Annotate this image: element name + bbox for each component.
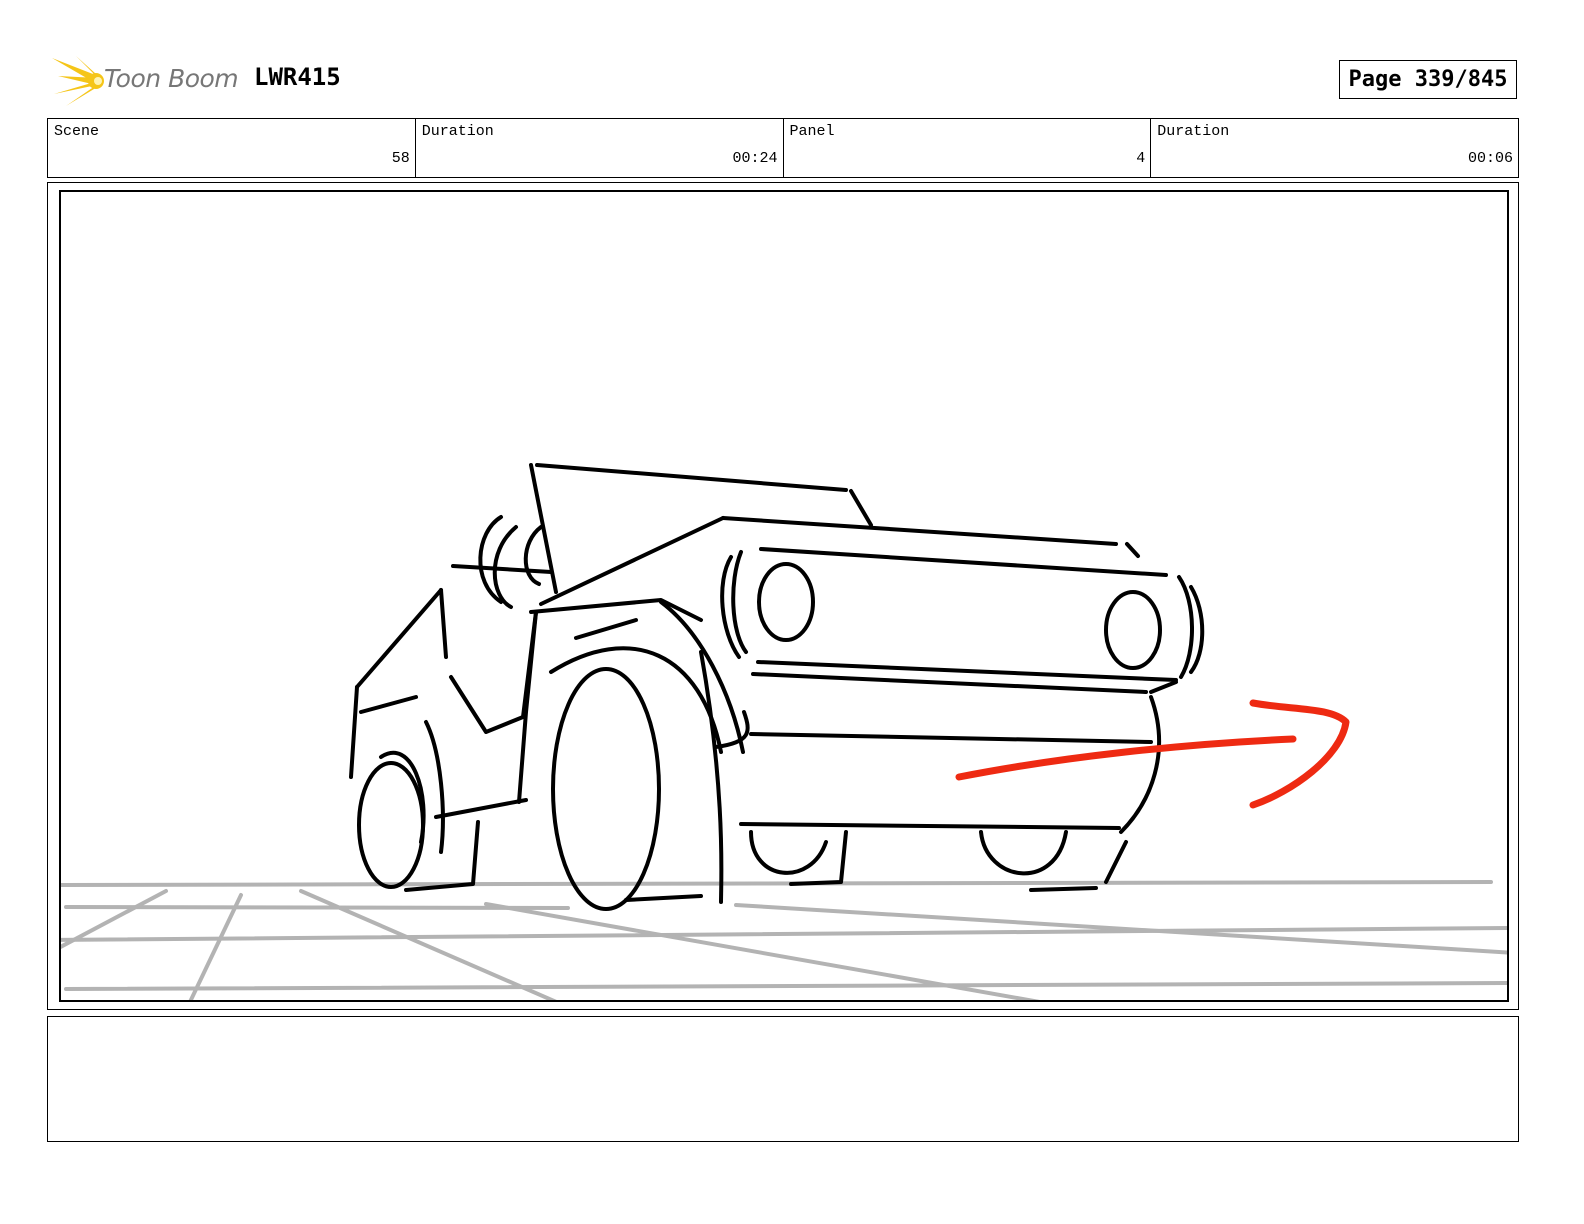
panel-value: 4 <box>1136 150 1146 167</box>
panel-cell: Panel 4 <box>784 119 1152 177</box>
project-code: LWR415 <box>254 63 341 91</box>
sketch-line <box>574 618 638 640</box>
scene-cell: Scene 58 <box>48 119 416 177</box>
scene-duration-value: 00:24 <box>732 150 778 167</box>
sketch-line <box>749 732 1153 744</box>
sketch-line <box>451 564 553 574</box>
sketch-line <box>731 550 748 654</box>
logo-text: Toon Boom <box>104 64 239 93</box>
sketch-line <box>349 685 359 779</box>
sketch-line <box>699 650 724 904</box>
scene-info-row: Scene 58 Duration 00:24 Panel 4 Duration… <box>47 118 1519 178</box>
sketch-line <box>539 516 725 606</box>
arrow-shaft <box>955 735 1297 781</box>
ground-grid <box>61 880 1507 1000</box>
ground-line <box>188 893 243 1000</box>
sketch-line <box>1119 695 1161 834</box>
sketch-line <box>979 830 1068 876</box>
sketch-line <box>1177 575 1194 679</box>
page-header: Toon Boom LWR415 Page 339/845 <box>0 0 1584 118</box>
sketch-line <box>355 588 443 689</box>
sketch-line <box>721 516 1118 546</box>
sketch-line <box>424 720 445 854</box>
page-number: Page 339/845 <box>1339 60 1517 99</box>
headlight <box>757 562 815 642</box>
sketch-line <box>759 547 1168 577</box>
sketch-line <box>659 600 745 754</box>
sketch-line <box>535 463 848 492</box>
sketch-line <box>523 525 543 586</box>
wheel <box>551 667 661 911</box>
scene-value: 58 <box>391 150 410 167</box>
wheel <box>357 761 425 889</box>
sketch-line <box>1149 680 1178 694</box>
panel-duration-cell: Duration 00:06 <box>1151 119 1518 177</box>
panel-label: Panel <box>789 123 835 140</box>
sketch-line <box>549 646 723 754</box>
panel-drawing <box>61 463 1507 1000</box>
motion-arrow <box>955 699 1350 809</box>
sketch-line <box>739 822 1121 830</box>
sketch-line <box>449 610 538 734</box>
ground-line <box>61 880 1493 887</box>
sketch-line <box>849 489 873 527</box>
panel-duration-label: Duration <box>1157 123 1230 140</box>
sketch-line <box>439 588 448 659</box>
scene-duration-label: Duration <box>421 123 494 140</box>
arrow-head <box>1249 699 1350 809</box>
sketch-line <box>1125 542 1140 558</box>
sketch-line <box>359 695 418 714</box>
car-sketch <box>349 463 1205 911</box>
headlight <box>1104 590 1162 670</box>
scene-duration-cell: Duration 00:24 <box>416 119 784 177</box>
sketch-line <box>517 610 538 804</box>
ground-line <box>61 889 168 949</box>
sketch-line <box>434 798 528 819</box>
sketch-line <box>1104 840 1128 884</box>
sketch-line <box>749 830 828 875</box>
scene-label: Scene <box>54 123 100 140</box>
panel-duration-value: 00:06 <box>1467 150 1513 167</box>
action-notes-box <box>47 1016 1519 1142</box>
sketch-line <box>1029 886 1098 892</box>
ground-line <box>64 981 1507 991</box>
sketch-line <box>624 894 703 902</box>
storyboard-panel <box>59 190 1509 1002</box>
